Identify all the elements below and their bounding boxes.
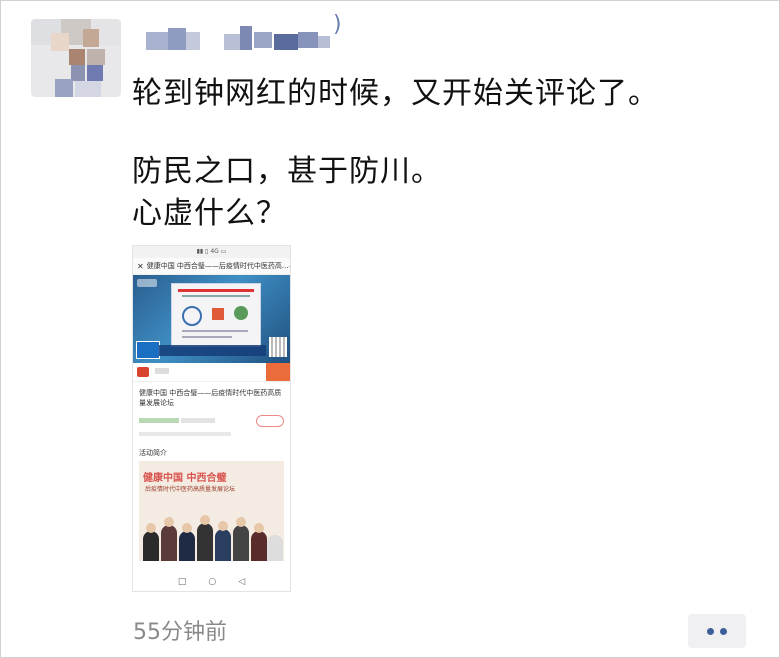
more-dot-icon (707, 627, 714, 635)
qr-code-icon (269, 337, 287, 357)
nav-circle-icon: ○ (208, 577, 217, 587)
nickname-blurred[interactable] (146, 24, 356, 54)
embedded-article-title: 健康中国 中西合璧——后疫情时代中医药高质量发展论坛 (139, 389, 282, 407)
channel-logo (137, 279, 157, 287)
avatar[interactable] (31, 19, 121, 97)
close-icon: ✕ (137, 261, 144, 271)
post-timestamp: 55分钟前 (133, 620, 227, 645)
nav-square-icon: □ (177, 577, 187, 587)
more-dots-button[interactable] (688, 614, 746, 648)
embedded-video-frame (133, 275, 290, 363)
embedded-status-bar: ▮▮ ▯ 4G ▭ (133, 246, 290, 258)
broadcast-logo (136, 341, 160, 359)
post-text-line-1: 轮到钟网红的时候，又开始关评论了。 (132, 76, 659, 111)
embedded-nav-bar: ✕ 健康中国 中西合璧——后疫情时代中医药高... ⋯ (133, 258, 290, 275)
embedded-system-nav: □ ○ ◁ (133, 573, 290, 591)
post-text-line-3: 心虚什么？ (132, 196, 287, 231)
presentation-slide (171, 283, 261, 347)
embedded-author-row (133, 363, 290, 382)
post-text-line-2: 防民之口，甚于防川。 (132, 154, 442, 189)
more-dot-icon (720, 627, 727, 635)
follow-badge (266, 363, 290, 381)
nav-back-icon: ◁ (238, 577, 246, 587)
poster-title: 健康中国 中西合璧 (143, 473, 227, 484)
poster-subtitle: 后疫情时代中医药高质量发展论坛 (145, 486, 236, 493)
news-ticker (159, 345, 266, 356)
embedded-nav-title: 健康中国 中西合璧——后疫情时代中医药高... (146, 262, 289, 270)
subscribe-pill (256, 415, 284, 427)
embedded-section-label: 活动简介 (139, 449, 167, 457)
event-poster: 健康中国 中西合璧 后疫情时代中医药高质量发展论坛 (139, 461, 284, 561)
publisher-icon (137, 367, 149, 377)
embedded-meta-row (133, 412, 290, 430)
attached-screenshot-image[interactable]: ▮▮ ▯ 4G ▭ ✕ 健康中国 中西合璧——后疫情时代中医药高... ⋯ 健康… (132, 245, 291, 592)
more-icon: ⋯ (289, 262, 290, 271)
nickname-suffix: ) (333, 12, 342, 37)
